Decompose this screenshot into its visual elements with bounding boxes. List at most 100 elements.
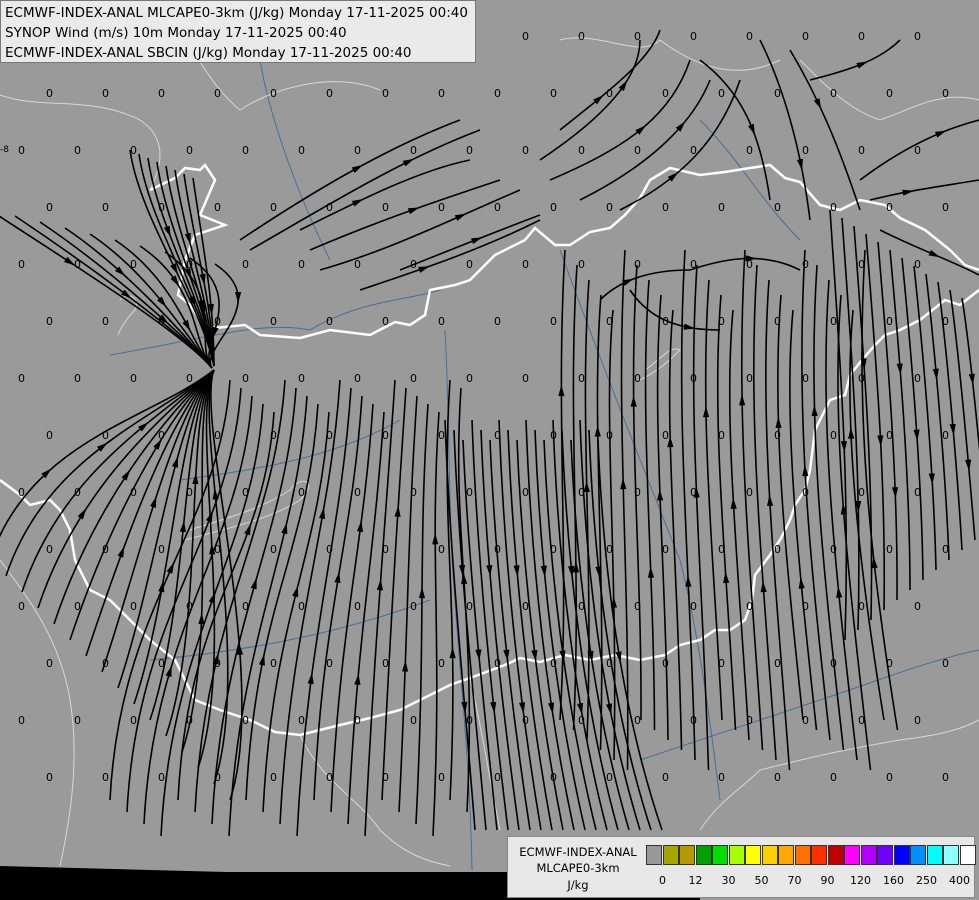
- value-label: 0: [578, 144, 585, 157]
- value-label: 0: [774, 315, 781, 328]
- value-label: 0: [326, 201, 333, 214]
- legend-swatch: [959, 845, 976, 865]
- value-label: 0: [914, 486, 921, 499]
- legend-swatch: [778, 845, 794, 865]
- value-label: 0: [746, 372, 753, 385]
- value-label: 0: [158, 315, 165, 328]
- value-label: 0: [382, 315, 389, 328]
- value-label: 0: [634, 486, 641, 499]
- value-label: 0: [662, 543, 669, 556]
- value-label: 0: [382, 771, 389, 784]
- value-label: 0: [802, 486, 809, 499]
- value-label: 0: [186, 372, 193, 385]
- value-label: 0: [354, 600, 361, 613]
- value-label: 0: [382, 657, 389, 670]
- header-line-sbcin: ECMWF-INDEX-ANAL SBCIN (J/kg) Monday 17-…: [5, 45, 412, 61]
- value-label: 0: [774, 201, 781, 214]
- value-label: 0: [466, 372, 473, 385]
- value-label: 0: [326, 87, 333, 100]
- value-label: 0: [214, 657, 221, 670]
- value-label: 0: [718, 657, 725, 670]
- value-label: 0: [858, 372, 865, 385]
- value-label: 0: [130, 714, 137, 727]
- value-label: 0: [242, 714, 249, 727]
- value-label: 0: [326, 771, 333, 784]
- value-label: 0: [886, 87, 893, 100]
- value-label: 0: [830, 657, 837, 670]
- legend-swatch: [761, 845, 778, 865]
- legend-swatch: [712, 845, 728, 865]
- value-label: 0: [242, 486, 249, 499]
- value-label: 0: [466, 144, 473, 157]
- value-label: 0: [606, 543, 613, 556]
- legend-swatch: [695, 845, 712, 865]
- value-label: 0: [634, 30, 641, 43]
- value-label: 0: [662, 315, 669, 328]
- value-label: 0: [438, 543, 445, 556]
- value-label: 0: [914, 714, 921, 727]
- value-label: 0: [494, 87, 501, 100]
- value-label: 0: [298, 258, 305, 271]
- value-label: 0: [718, 201, 725, 214]
- value-label: 0: [130, 372, 137, 385]
- value-label: 0: [102, 315, 109, 328]
- value-label: 0: [830, 771, 837, 784]
- value-label: 0: [858, 258, 865, 271]
- legend-tick-label: 400: [949, 874, 970, 887]
- value-label: 0: [746, 144, 753, 157]
- value-label: 0: [774, 543, 781, 556]
- header-line-mlcape: ECMWF-INDEX-ANAL MLCAPE0-3km (J/kg) Mond…: [5, 5, 468, 21]
- value-label: 0: [438, 315, 445, 328]
- value-label: 0: [18, 258, 25, 271]
- value-label: 0: [18, 486, 25, 499]
- value-label: 0: [130, 258, 137, 271]
- legend-parameter: MLCAPE0-3km: [536, 861, 620, 875]
- value-label: 0: [74, 714, 81, 727]
- legend-swatch: [662, 845, 679, 865]
- value-label: 0: [354, 372, 361, 385]
- value-label: 0: [802, 372, 809, 385]
- value-label: 0: [46, 657, 53, 670]
- value-label: 0: [354, 144, 361, 157]
- value-label: 0: [690, 372, 697, 385]
- value-label: 0: [746, 714, 753, 727]
- value-label: 0: [158, 87, 165, 100]
- value-label: 0: [186, 144, 193, 157]
- value-label: 0: [242, 144, 249, 157]
- value-label: 0: [326, 543, 333, 556]
- value-label: 0: [774, 657, 781, 670]
- value-label: 0: [214, 771, 221, 784]
- value-label: 0: [74, 486, 81, 499]
- value-label: 0: [46, 87, 53, 100]
- value-label: 0: [578, 486, 585, 499]
- value-label: 0: [270, 771, 277, 784]
- value-label: 0: [494, 315, 501, 328]
- value-label: 0: [74, 372, 81, 385]
- value-label: 0: [942, 657, 949, 670]
- value-label: 0: [438, 87, 445, 100]
- value-label: 0: [410, 714, 417, 727]
- value-label: 0: [102, 771, 109, 784]
- value-label: 0: [886, 315, 893, 328]
- value-label: 0: [802, 258, 809, 271]
- legend-tick-label: 70: [787, 874, 802, 887]
- value-label: 0: [942, 201, 949, 214]
- value-label: 0: [410, 486, 417, 499]
- value-label: 0: [242, 600, 249, 613]
- value-label: 0: [662, 657, 669, 670]
- legend-swatch: [794, 845, 811, 865]
- value-label: 0: [130, 144, 137, 157]
- legend-swatch: [827, 845, 844, 865]
- value-label: 0: [410, 144, 417, 157]
- value-label: 0: [410, 372, 417, 385]
- value-label: 0: [718, 771, 725, 784]
- value-label: 0: [858, 600, 865, 613]
- value-label: 0: [830, 315, 837, 328]
- value-label: 0: [494, 201, 501, 214]
- value-label: 0: [942, 429, 949, 442]
- legend-swatch: [745, 845, 761, 865]
- value-label: 0: [522, 144, 529, 157]
- value-label: 0: [46, 771, 53, 784]
- value-label: 0: [438, 771, 445, 784]
- value-label: 0: [914, 372, 921, 385]
